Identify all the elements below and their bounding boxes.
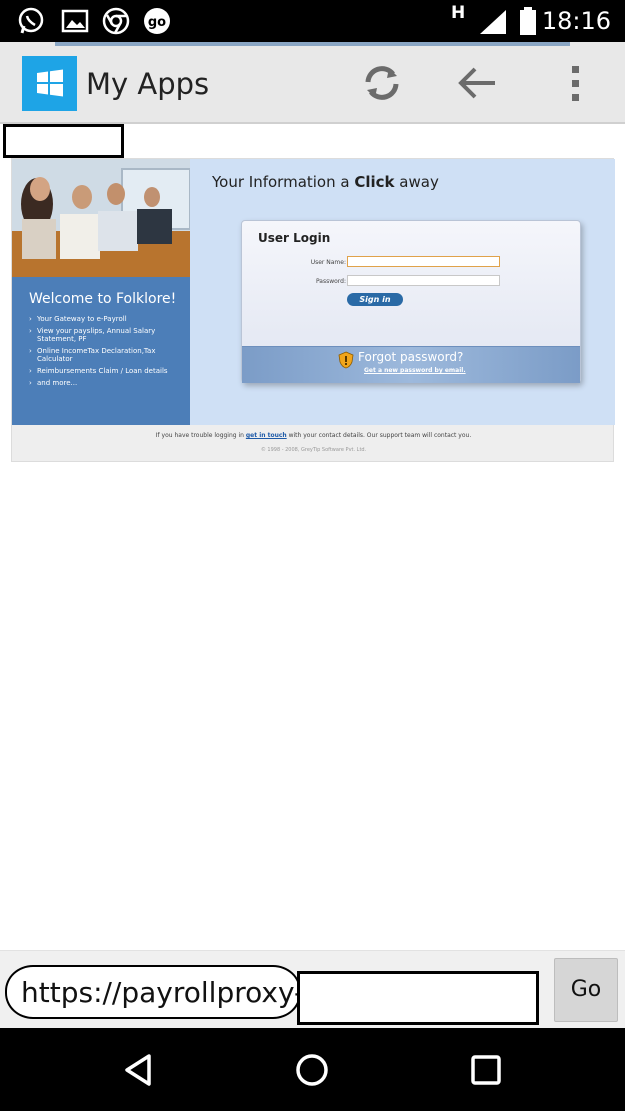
back-arrow-icon <box>458 67 495 99</box>
tagline-suffix: away <box>394 173 439 191</box>
screen: go H 18:16 My Apps Welcome to Folklore! … <box>0 0 625 1111</box>
sign-in-button[interactable]: Sign in <box>347 293 403 306</box>
nav-recents-icon <box>471 1055 501 1085</box>
redacted-region <box>3 124 124 158</box>
feature-list: Your Gateway to e-Payroll View your pays… <box>29 315 184 391</box>
nav-home-icon <box>296 1054 328 1086</box>
app-title: My Apps <box>86 67 210 101</box>
shield-icon <box>338 351 354 369</box>
support-note-prefix: If you have trouble logging in <box>155 432 246 439</box>
nav-back-button[interactable] <box>117 1048 161 1092</box>
new-password-link[interactable]: Get a new password by email. <box>364 367 466 374</box>
feature-item: Reimbursements Claim / Loan details <box>29 367 184 375</box>
forgot-password-title[interactable]: Forgot password? <box>358 350 463 364</box>
password-field[interactable] <box>347 275 500 286</box>
feature-item: Online IncomeTax Declaration,Tax Calcula… <box>29 347 184 363</box>
svg-text:go: go <box>148 15 166 30</box>
welcome-title: Welcome to Folklore! <box>29 291 177 307</box>
battery-icon <box>520 7 536 35</box>
username-label: User Name: <box>310 259 346 266</box>
support-note: If you have trouble logging in get in to… <box>12 432 615 439</box>
status-bar: go H 18:16 <box>0 0 625 42</box>
copyright: © 1998 - 2008, GreyTip Software Pvt. Ltd… <box>260 447 367 453</box>
support-note-suffix: with your contact details. Our support t… <box>286 432 472 439</box>
feature-item: Your Gateway to e-Payroll <box>29 315 184 323</box>
network-type-label: H <box>451 3 466 23</box>
overflow-menu-icon <box>572 66 579 101</box>
web-content: Welcome to Folklore! Your Gateway to e-P… <box>11 158 615 462</box>
get-in-touch-link[interactable]: get in touch <box>246 432 287 439</box>
gallery-icon <box>61 9 89 33</box>
go-icon: go <box>144 8 170 34</box>
nav-home-button[interactable] <box>290 1048 334 1092</box>
url-bar: https://payrollproxy- Go <box>0 950 625 1028</box>
go-button[interactable]: Go <box>554 958 618 1022</box>
appbar-progress-line <box>55 42 570 46</box>
back-button[interactable] <box>455 60 501 106</box>
tagline-prefix: Your Information a <box>212 173 355 191</box>
navigation-bar <box>0 1028 625 1111</box>
tagline-bold: Click <box>354 173 395 191</box>
login-box: User Login User Name: Password: Sign in … <box>241 220 581 383</box>
app-bar: My Apps <box>0 42 625 124</box>
signal-icon <box>480 10 506 34</box>
password-label: Password: <box>315 278 346 285</box>
windows-logo-icon <box>22 56 77 111</box>
feature-item: View your payslips, Annual Salary Statem… <box>29 327 184 343</box>
nav-back-icon <box>125 1054 151 1086</box>
username-field[interactable] <box>347 256 500 267</box>
refresh-icon <box>365 66 399 100</box>
url-text: https://payrollproxy- <box>21 976 301 1009</box>
feature-item: and more... <box>29 379 184 387</box>
refresh-button[interactable] <box>359 60 405 106</box>
url-input[interactable]: https://payrollproxy- <box>5 965 301 1019</box>
office-photo <box>12 159 190 277</box>
redacted-region <box>297 971 539 1025</box>
tagline: Your Information a Click away <box>212 173 439 191</box>
nav-recents-button[interactable] <box>464 1048 508 1092</box>
welcome-panel: Welcome to Folklore! Your Gateway to e-P… <box>12 159 190 425</box>
login-title: User Login <box>258 231 331 245</box>
chrome-icon <box>102 7 130 35</box>
whatsapp-icon <box>18 7 44 34</box>
login-panel: Your Information a Click away User Login… <box>190 159 615 425</box>
forgot-password-band: Forgot password? Get a new password by e… <box>242 346 580 383</box>
clock: 18:16 <box>541 7 611 35</box>
overflow-menu-button[interactable] <box>553 60 599 106</box>
